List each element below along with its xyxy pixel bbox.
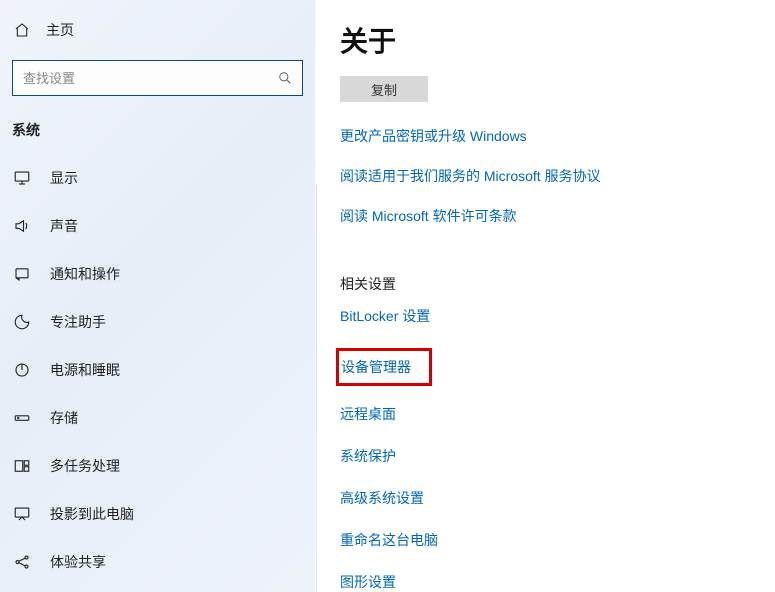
notification-icon: [12, 265, 32, 283]
sidebar-item-power[interactable]: 电源和睡眠: [0, 346, 315, 394]
page-title: 关于: [340, 20, 751, 60]
link-bitlocker[interactable]: BitLocker 设置: [340, 306, 751, 326]
sidebar-item-storage[interactable]: 存储: [0, 394, 315, 442]
link-system-protection[interactable]: 系统保护: [340, 446, 751, 466]
link-service-agreement[interactable]: 阅读适用于我们服务的 Microsoft 服务协议: [340, 166, 751, 186]
sidebar-item-label: 存储: [50, 408, 78, 428]
copy-button[interactable]: 复制: [340, 76, 428, 102]
sidebar-item-home[interactable]: 主页: [0, 10, 315, 50]
search-box[interactable]: [12, 60, 303, 96]
sidebar-section-title: 系统: [0, 112, 315, 154]
sidebar-item-label: 体验共享: [50, 552, 106, 572]
multitasking-icon: [12, 457, 32, 475]
link-change-product-key[interactable]: 更改产品密钥或升级 Windows: [340, 126, 751, 146]
sidebar-item-label: 声音: [50, 216, 78, 236]
link-graphics-settings[interactable]: 图形设置: [340, 572, 751, 592]
sidebar-item-shared[interactable]: 体验共享: [0, 538, 315, 586]
sidebar-item-label: 显示: [50, 168, 78, 188]
storage-icon: [12, 409, 32, 427]
sidebar-item-sound[interactable]: 声音: [0, 202, 315, 250]
sidebar-nav: 显示 声音 通知和操作 专注助手: [0, 154, 315, 586]
display-icon: [12, 169, 32, 187]
search-icon: [278, 71, 292, 85]
sidebar-item-focus[interactable]: 专注助手: [0, 298, 315, 346]
projecting-icon: [12, 505, 32, 523]
sidebar-item-label: 电源和睡眠: [50, 360, 120, 380]
focus-icon: [12, 313, 32, 331]
main-content: 关于 复制 更改产品密钥或升级 Windows 阅读适用于我们服务的 Micro…: [316, 0, 775, 592]
sidebar-item-label: 多任务处理: [50, 456, 120, 476]
sidebar-item-display[interactable]: 显示: [0, 154, 315, 202]
sidebar-item-label: 专注助手: [50, 312, 106, 332]
related-settings-heading: 相关设置: [340, 274, 751, 294]
highlight-device-manager: 设备管理器: [336, 348, 432, 386]
link-advanced-settings[interactable]: 高级系统设置: [340, 488, 751, 508]
settings-sidebar: 主页 系统 显示 声音: [0, 0, 316, 592]
home-icon: [12, 22, 32, 38]
link-rename-pc[interactable]: 重命名这台电脑: [340, 530, 751, 550]
power-icon: [12, 361, 32, 379]
top-links: 更改产品密钥或升级 Windows 阅读适用于我们服务的 Microsoft 服…: [340, 126, 751, 226]
sidebar-item-multitasking[interactable]: 多任务处理: [0, 442, 315, 490]
related-links: BitLocker 设置 设备管理器 远程桌面 系统保护 高级系统设置 重命名这…: [340, 306, 751, 592]
share-icon: [12, 553, 32, 571]
sound-icon: [12, 217, 32, 235]
sidebar-item-label: 投影到此电脑: [50, 504, 134, 524]
sidebar-item-label: 通知和操作: [50, 264, 120, 284]
sidebar-item-notifications[interactable]: 通知和操作: [0, 250, 315, 298]
sidebar-item-projecting[interactable]: 投影到此电脑: [0, 490, 315, 538]
search-input[interactable]: [23, 71, 278, 86]
link-license-terms[interactable]: 阅读 Microsoft 软件许可条款: [340, 206, 751, 226]
link-remote-desktop[interactable]: 远程桌面: [340, 404, 751, 424]
sidebar-home-label: 主页: [46, 20, 74, 40]
link-device-manager[interactable]: 设备管理器: [341, 357, 411, 377]
